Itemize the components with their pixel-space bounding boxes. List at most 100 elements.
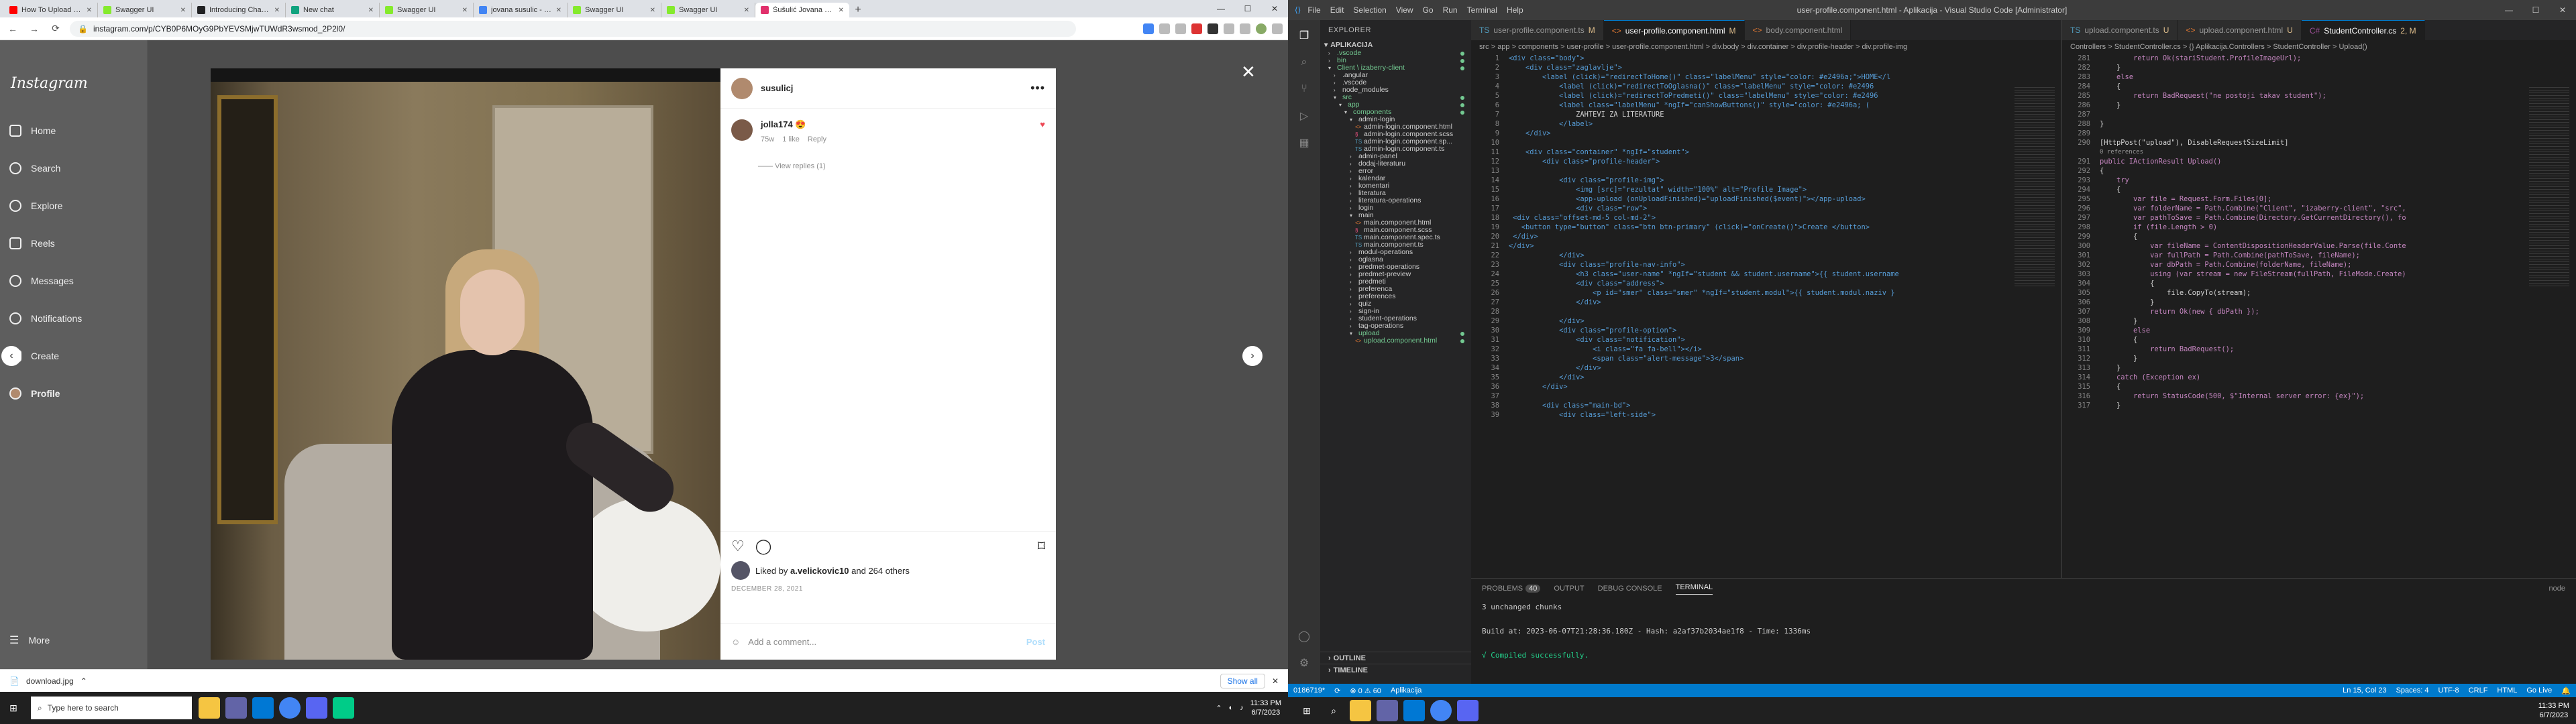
- code-line[interactable]: <h3 class="user-name" *ngIf="student && …: [1509, 269, 1899, 279]
- code-line[interactable]: </div>: [1509, 232, 1899, 241]
- code-line[interactable]: [2100, 110, 2406, 119]
- code-line[interactable]: else: [2100, 326, 2406, 335]
- close-downloads-icon[interactable]: ✕: [1272, 676, 1279, 686]
- liked-heart-icon[interactable]: ♥: [1040, 119, 1045, 143]
- browser-tab[interactable]: Swagger UI ✕: [380, 3, 474, 17]
- problems-status[interactable]: ⊗ 0 ⚠ 60: [1350, 686, 1381, 695]
- show-all-button[interactable]: Show all: [1220, 673, 1265, 688]
- code-line[interactable]: [HttpPost("upload"), DisableRequestSizeL…: [2100, 138, 2406, 147]
- menu-item[interactable]: Help: [1507, 5, 1523, 15]
- panel-tab[interactable]: DEBUG CONSOLE: [1598, 585, 1662, 593]
- network-icon[interactable]: ◐: [1229, 704, 1234, 712]
- code-line[interactable]: <span class="alert-message">3</span>: [1509, 354, 1899, 363]
- code-text[interactable]: <div class="body"> <div class="zaglavlje…: [1509, 54, 1899, 420]
- code-line[interactable]: [1509, 138, 1899, 147]
- code-line[interactable]: ZAHTEVI ZA LITERATURE: [1509, 110, 1899, 119]
- go-live-button[interactable]: Go Live: [2526, 686, 2552, 695]
- editor-tab[interactable]: <> upload.component.html U: [2178, 20, 2302, 40]
- code-line[interactable]: {: [2100, 166, 2406, 176]
- code-line[interactable]: <div class="notification">: [1509, 335, 1899, 345]
- code-line[interactable]: [1509, 166, 1899, 176]
- menu-item[interactable]: Selection: [1353, 5, 1386, 15]
- code-line[interactable]: <div class="main-bd">: [1509, 401, 1899, 410]
- view-replies-button[interactable]: —— View replies (1): [758, 162, 1056, 170]
- code-line[interactable]: {: [2100, 232, 2406, 241]
- tab-close-icon[interactable]: ✕: [368, 7, 374, 14]
- browser-tab[interactable]: How To Upload Files wit ✕: [4, 3, 98, 17]
- code-line[interactable]: [1509, 307, 1899, 316]
- windows-start-icon[interactable]: ⊞: [1296, 700, 1318, 721]
- code-line[interactable]: <div class="profile-nav-info">: [1509, 260, 1899, 269]
- menu-item[interactable]: Go: [1423, 5, 1434, 15]
- file-tree-item[interactable]: › dodaj-literaturu: [1320, 160, 1471, 168]
- editor-tab[interactable]: <> user-profile.component.html M: [1603, 20, 1745, 40]
- menu-item[interactable]: View: [1396, 5, 1413, 15]
- vscode-icon[interactable]: [252, 697, 274, 719]
- code-line[interactable]: </div>: [1509, 298, 1899, 307]
- menu-item[interactable]: Terminal: [1467, 5, 1497, 15]
- project-status[interactable]: Aplikacija: [1391, 686, 1421, 695]
- code-line[interactable]: }: [2100, 354, 2406, 363]
- tab-close-icon[interactable]: ✕: [744, 7, 749, 14]
- browser-tab[interactable]: Šušulić Jovana (@susu ✕: [755, 3, 849, 17]
- file-tree-item[interactable]: › predmet-preview: [1320, 271, 1471, 278]
- nav-search[interactable]: Search: [9, 158, 144, 178]
- code-line[interactable]: {: [2100, 185, 2406, 194]
- code-line[interactable]: }: [2100, 101, 2406, 110]
- code-line[interactable]: public IActionResult Upload(): [2100, 157, 2406, 166]
- bookmark-star-icon[interactable]: [1175, 23, 1186, 34]
- explorer-files-icon[interactable]: ❐: [1297, 28, 1311, 43]
- panel-tab[interactable]: TERMINAL: [1675, 583, 1713, 595]
- source-control-icon[interactable]: ⑂: [1297, 82, 1311, 97]
- more-options-icon[interactable]: •••: [1030, 81, 1045, 95]
- tab-close-icon[interactable]: ✕: [87, 7, 92, 14]
- instagram-logo[interactable]: Instagram: [11, 75, 88, 92]
- volume-icon[interactable]: ♪: [1240, 704, 1244, 712]
- teams-icon[interactable]: [1377, 700, 1398, 721]
- comment-likes[interactable]: 1 like: [782, 135, 800, 143]
- menu-item[interactable]: Edit: [1330, 5, 1344, 15]
- like-heart-icon[interactable]: ♡: [731, 538, 745, 555]
- encoding-status[interactable]: UTF-8: [2438, 686, 2459, 695]
- code-line[interactable]: </div>: [1509, 251, 1899, 260]
- browser-tab[interactable]: New chat ✕: [286, 3, 380, 17]
- nav-more[interactable]: ☰ More: [9, 630, 144, 650]
- reload-icon[interactable]: ⟳: [48, 21, 63, 36]
- account-icon[interactable]: ◯: [1297, 629, 1311, 644]
- maximize-icon[interactable]: ☐: [2522, 5, 2549, 15]
- settings-gear-icon[interactable]: ⚙: [1297, 656, 1311, 670]
- puzzle-icon[interactable]: [1224, 23, 1234, 34]
- profile-avatar-icon[interactable]: [1256, 23, 1267, 34]
- liked-by-user[interactable]: a.velickovic10: [790, 566, 849, 576]
- code-line[interactable]: <div class="profile-header">: [1509, 157, 1899, 166]
- code-line[interactable]: return StatusCode(500, $"Internal server…: [2100, 391, 2406, 401]
- post-author-username[interactable]: susulicj: [761, 83, 793, 93]
- file-tree-item[interactable]: › error: [1320, 168, 1471, 175]
- next-post-icon[interactable]: ›: [1242, 346, 1263, 366]
- close-window-icon[interactable]: ✕: [1261, 0, 1288, 17]
- code-line[interactable]: {: [2100, 335, 2406, 345]
- previous-post-icon[interactable]: ‹: [1, 346, 21, 366]
- code-line[interactable]: return BadRequest("ne postoji takav stud…: [2100, 91, 2406, 101]
- file-tree-item[interactable]: › literatura-operations: [1320, 197, 1471, 204]
- code-line[interactable]: if (file.Length > 0): [2100, 223, 2406, 232]
- panel-tab[interactable]: PROBLEMS 40: [1482, 585, 1541, 593]
- code-line[interactable]: try: [2100, 176, 2406, 185]
- editor-right-code[interactable]: 281 282 283 284 285 286 287 288 289 290 291 292 293 2…: [2062, 54, 2576, 578]
- code-line[interactable]: </div>: [1509, 129, 1899, 138]
- browser-tab[interactable]: Swagger UI ✕: [568, 3, 661, 17]
- tab-close-icon[interactable]: ✕: [839, 7, 844, 14]
- code-line[interactable]: <i class="fa fa-bell"></i>: [1509, 345, 1899, 354]
- code-line[interactable]: {: [2100, 82, 2406, 91]
- file-tree-item[interactable]: › tag-operations: [1320, 322, 1471, 330]
- file-tree-item[interactable]: › modul-operations: [1320, 249, 1471, 256]
- code-line[interactable]: {: [2100, 279, 2406, 288]
- nav-notifications[interactable]: Notifications: [9, 308, 144, 328]
- chrome-icon[interactable]: [279, 697, 301, 719]
- post-author-avatar[interactable]: [731, 77, 753, 99]
- file-tree-item[interactable]: › preferenca: [1320, 286, 1471, 293]
- code-line[interactable]: var dbPath = Path.Combine(folderName, fi…: [2100, 260, 2406, 269]
- code-line[interactable]: var fileName = ContentDispositionHeaderV…: [2100, 241, 2406, 251]
- code-line[interactable]: return BadRequest();: [2100, 345, 2406, 354]
- nav-explore[interactable]: Explore: [9, 196, 144, 216]
